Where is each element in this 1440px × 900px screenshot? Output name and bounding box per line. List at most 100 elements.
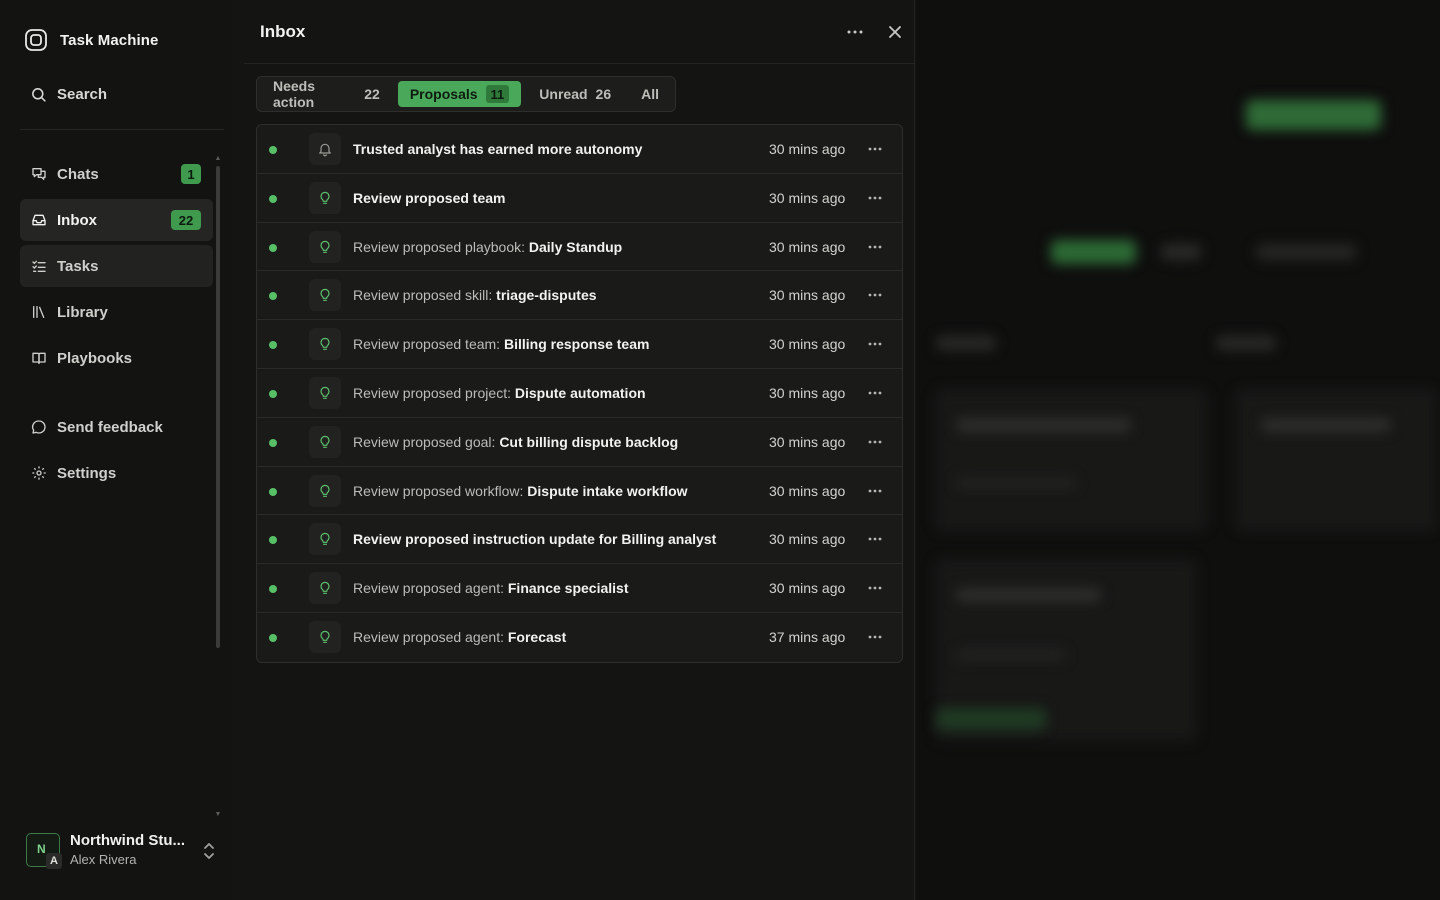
lightbulb-icon	[320, 240, 330, 253]
lightbulb-icon	[320, 191, 330, 204]
row-more-button[interactable]	[865, 481, 885, 501]
library-icon	[33, 306, 45, 318]
row-title-bold: Dispute automation	[514, 384, 646, 401]
blurred-line	[956, 588, 1101, 602]
sidebar-item-inbox[interactable]: Inbox 22	[20, 199, 213, 241]
inbox-panel: Inbox Needs action 22 Proposals 11 Unrea…	[232, 0, 915, 900]
blurred-tab	[1256, 244, 1356, 260]
more-options-button[interactable]	[844, 22, 866, 42]
sidebar-item-settings[interactable]: Settings	[20, 452, 213, 494]
row-title: Review proposed project: Dispute automat…	[353, 385, 646, 401]
scroll-up-arrow[interactable]: ▲	[214, 155, 222, 162]
row-type-icon	[309, 474, 341, 507]
row-title-bold: triage-disputes	[496, 287, 597, 304]
row-timestamp: 30 mins ago	[769, 336, 846, 353]
sidebar-item-tasks[interactable]: Tasks	[20, 245, 213, 287]
inbox-row[interactable]: Review proposed playbook: Daily Standup 3…	[257, 223, 902, 272]
sidebar-item-label: Settings	[57, 464, 117, 482]
row-more-button[interactable]	[865, 432, 885, 452]
close-button[interactable]	[885, 22, 905, 42]
sidebar-scrollbar[interactable]	[216, 166, 220, 648]
row-more-button[interactable]	[865, 334, 885, 354]
inbox-row[interactable]: Review proposed agent: Finance specialis…	[257, 564, 902, 613]
row-more-button[interactable]	[865, 139, 885, 159]
row-title-prefix: Review proposed workflow:	[353, 482, 528, 499]
scroll-down-arrow[interactable]: ▼	[214, 811, 222, 818]
sidebar-item-library[interactable]: Library	[20, 291, 213, 333]
chevron-up-down-icon[interactable]	[202, 842, 216, 860]
inbox-row[interactable]: Review proposed skill: triage-disputes 30…	[257, 271, 902, 321]
tab-label: Needs action	[273, 78, 316, 110]
chats-count-badge: 1	[181, 164, 201, 184]
row-title-prefix: Review proposed agent:	[353, 580, 508, 597]
row-title-prefix: Review proposed playbook:	[353, 238, 529, 255]
search-button[interactable]: Search	[30, 86, 107, 103]
row-type-icon	[309, 425, 341, 458]
inbox-row[interactable]: Review proposed project: Dispute automat…	[257, 369, 902, 418]
inbox-row[interactable]: Review proposed team 30 mins ago	[257, 174, 902, 223]
inbox-row[interactable]: Review proposed goal: Cut billing disput…	[257, 418, 902, 467]
row-title-bold: Cut billing dispute backlog	[499, 433, 679, 450]
row-type-icon	[309, 133, 341, 165]
tab-label: Unread	[539, 86, 588, 102]
sidebar-item-playbooks[interactable]: Playbooks	[20, 337, 213, 379]
row-type-icon	[309, 328, 341, 361]
sidebar-secondary-nav: Send feedback Settings	[20, 406, 213, 498]
background-page-blurred	[916, 0, 1440, 900]
avatar-user-letter: A	[46, 852, 62, 869]
more-horizontal-icon	[868, 196, 882, 200]
row-timestamp: 30 mins ago	[769, 580, 846, 597]
unread-dot	[269, 487, 277, 496]
inbox-row[interactable]: Trusted analyst has earned more autonomy…	[257, 125, 902, 174]
row-more-button[interactable]	[865, 237, 885, 257]
row-timestamp: 30 mins ago	[769, 287, 846, 304]
tab-unread[interactable]: Unread 26	[527, 81, 623, 107]
row-timestamp: 30 mins ago	[769, 531, 846, 548]
unread-dot	[269, 389, 277, 398]
row-more-button[interactable]	[865, 188, 885, 208]
lightbulb-icon	[320, 484, 330, 497]
inbox-icon	[32, 214, 46, 226]
row-title-prefix: Review proposed goal:	[353, 433, 500, 450]
row-title: Review proposed skill: triage-disputes	[353, 287, 597, 303]
tab-count: 26	[595, 86, 612, 102]
more-horizontal-icon	[868, 586, 882, 590]
row-title: Review proposed agent: Finance specialis…	[353, 580, 628, 596]
row-more-button[interactable]	[865, 383, 885, 403]
row-title: Trusted analyst has earned more autonomy	[353, 141, 642, 157]
inbox-row[interactable]: Review proposed agent: Forecast 37 mins a…	[257, 613, 902, 662]
inbox-row[interactable]: Review proposed instruction update for B…	[257, 515, 902, 565]
row-type-icon	[309, 230, 341, 263]
unread-dot	[269, 292, 277, 301]
more-horizontal-icon	[868, 440, 882, 444]
row-more-button[interactable]	[865, 529, 885, 549]
inbox-row[interactable]: Review proposed team: Billing response t…	[257, 320, 902, 369]
row-title-prefix: Review proposed skill:	[353, 287, 497, 304]
tab-needs-action[interactable]: Needs action 22	[261, 78, 392, 110]
tasks-icon	[32, 260, 46, 272]
row-timestamp: 30 mins ago	[769, 189, 846, 206]
blurred-line	[956, 418, 1131, 432]
lightbulb-icon	[320, 386, 330, 399]
tab-all[interactable]: All	[629, 81, 671, 107]
row-more-button[interactable]	[865, 285, 885, 305]
inbox-filter-tabs: Needs action 22 Proposals 11 Unread 26 A…	[256, 76, 676, 112]
unread-dot	[269, 585, 277, 594]
sidebar-item-send-feedback[interactable]: Send feedback	[20, 406, 213, 448]
row-more-button[interactable]	[865, 578, 885, 598]
row-more-button[interactable]	[865, 627, 885, 647]
row-type-icon	[309, 279, 341, 312]
sidebar-item-label: Library	[57, 303, 108, 321]
blurred-line	[956, 478, 1076, 488]
row-timestamp: 37 mins ago	[769, 628, 846, 645]
account-org-name: Northwind Stu...	[70, 832, 185, 849]
tab-proposals[interactable]: Proposals 11	[397, 81, 522, 107]
account-switcher[interactable]: N A Northwind Stu... Alex Rivera	[26, 832, 185, 869]
lightbulb-icon	[320, 289, 330, 302]
sidebar-item-label: Inbox	[57, 211, 97, 229]
sidebar-item-chats[interactable]: Chats 1	[20, 153, 213, 195]
playbooks-icon	[32, 352, 46, 364]
brand[interactable]: Task Machine	[24, 28, 158, 52]
tab-label: Proposals	[409, 86, 478, 102]
inbox-row[interactable]: Review proposed workflow: Dispute intake…	[257, 467, 902, 516]
